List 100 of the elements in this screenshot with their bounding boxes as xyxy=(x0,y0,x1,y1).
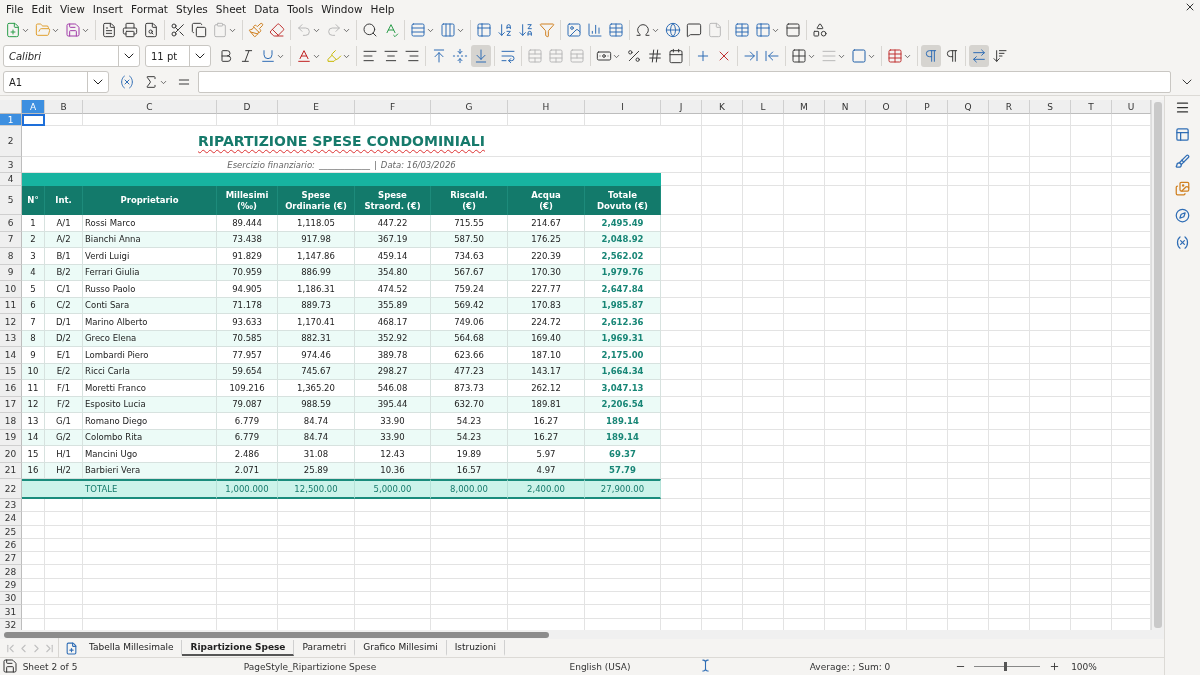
sheet-tab[interactable]: Grafico Millesimi xyxy=(355,640,447,656)
row-header[interactable]: 14 xyxy=(0,347,22,364)
table-cell: 31.08 xyxy=(278,446,355,463)
table-cell: 5 xyxy=(22,281,45,298)
column-header[interactable]: P xyxy=(907,100,948,114)
subtitle-text: | xyxy=(374,159,377,170)
column-heading: Riscald. (€) xyxy=(431,186,508,215)
table-cell: 2,647.84 xyxy=(585,281,661,298)
row-header[interactable]: 4 xyxy=(0,173,22,186)
table-cell: H/1 xyxy=(45,446,83,463)
column-header[interactable]: C xyxy=(83,100,217,114)
column-header[interactable]: U xyxy=(1112,100,1151,114)
table-cell: 459.14 xyxy=(355,248,431,265)
row-header[interactable]: 23 xyxy=(0,499,22,513)
name-box[interactable]: A1 xyxy=(3,71,109,93)
menu-item[interactable]: View xyxy=(55,2,89,15)
total-cell: 2,400.00 xyxy=(508,479,585,499)
table-cell: 77.957 xyxy=(217,347,278,364)
menu-item[interactable]: Help xyxy=(366,2,399,15)
row-header[interactable]: 22 xyxy=(0,479,22,499)
column-header[interactable]: B xyxy=(45,100,83,114)
table-cell: 91.829 xyxy=(217,248,278,265)
row-header[interactable]: 31 xyxy=(0,605,22,619)
column-header[interactable]: T xyxy=(1071,100,1112,114)
row-header[interactable]: 6 xyxy=(0,215,22,232)
menu-item[interactable]: Tools xyxy=(283,2,318,15)
table-cell: 11 xyxy=(22,380,45,397)
column-header[interactable]: N xyxy=(825,100,866,114)
table-cell: 224.72 xyxy=(508,314,585,331)
table-cell: 447.22 xyxy=(355,215,431,232)
sheet-tab[interactable]: Tabella Millesimale xyxy=(81,640,183,656)
total-cell: 5,000.00 xyxy=(355,479,431,499)
table-cell: 3,047.13 xyxy=(585,380,661,397)
column-header[interactable]: D xyxy=(217,100,278,114)
column-header[interactable]: H xyxy=(508,100,585,114)
menu-item[interactable]: Sheet xyxy=(211,2,251,15)
sheet-count: Sheet 2 of 5 xyxy=(21,661,79,672)
row-header[interactable]: 20 xyxy=(0,446,22,463)
row-header[interactable]: 12 xyxy=(0,314,22,331)
font-size-field[interactable]: 11 pt xyxy=(145,45,211,67)
column-header[interactable]: M xyxy=(784,100,825,114)
row-header[interactable]: 3 xyxy=(0,157,22,173)
row-header[interactable]: 10 xyxy=(0,281,22,298)
row-header[interactable]: 2 xyxy=(0,126,22,157)
column-header[interactable]: E xyxy=(278,100,355,114)
column-header[interactable]: F xyxy=(355,100,431,114)
column-header[interactable]: L xyxy=(743,100,784,114)
table-cell: 12.43 xyxy=(355,446,431,463)
table-cell: 13 xyxy=(22,413,45,430)
menu-item[interactable]: Format xyxy=(126,2,172,15)
column-header[interactable]: O xyxy=(866,100,907,114)
total-cell: 8,000.00 xyxy=(431,479,508,499)
sheet-tab[interactable]: Ripartizione Spese xyxy=(182,640,295,656)
table-cell: 33.90 xyxy=(355,413,431,430)
column-heading: Proprietario xyxy=(83,186,217,215)
table-cell: Lombardi Piero xyxy=(83,347,217,364)
selection-sum: Average: ; Sum: 0 xyxy=(808,661,892,672)
menu-item[interactable]: Data xyxy=(250,2,284,15)
table-cell: 623.66 xyxy=(431,347,508,364)
row-header[interactable]: 5 xyxy=(0,186,22,215)
table-cell: 3 xyxy=(22,248,45,265)
row-header[interactable]: 28 xyxy=(0,565,22,579)
column-header[interactable]: G xyxy=(431,100,508,114)
row-header[interactable]: 8 xyxy=(0,248,22,265)
table-cell: 9 xyxy=(22,347,45,364)
column-header[interactable]: R xyxy=(989,100,1030,114)
row-header[interactable]: 16 xyxy=(0,380,22,397)
table-cell: 2.486 xyxy=(217,446,278,463)
menu-item[interactable]: Insert xyxy=(88,2,127,15)
column-header[interactable]: S xyxy=(1030,100,1071,114)
table-cell: E/1 xyxy=(45,347,83,364)
table-cell: 1,170.41 xyxy=(278,314,355,331)
table-cell: Russo Paolo xyxy=(83,281,217,298)
table-cell: 93.633 xyxy=(217,314,278,331)
sheet-tab[interactable]: Parametri xyxy=(294,640,356,656)
row-header[interactable]: 27 xyxy=(0,552,22,566)
table-cell: 19.89 xyxy=(431,446,508,463)
column-header[interactable]: Q xyxy=(948,100,989,114)
table-cell: Moretti Franco xyxy=(83,380,217,397)
row-header[interactable]: 30 xyxy=(0,592,22,606)
column-header[interactable]: I xyxy=(585,100,661,114)
menu-item[interactable]: Styles xyxy=(172,2,212,15)
menu-item[interactable]: File xyxy=(2,2,28,15)
font-name-field[interactable]: Calibri xyxy=(3,45,140,67)
table-cell: Verdi Luigi xyxy=(83,248,217,265)
column-header[interactable]: K xyxy=(702,100,743,114)
sheet-tab[interactable]: Istruzioni xyxy=(446,640,505,656)
table-cell: Romano Diego xyxy=(83,413,217,430)
page-style: PageStyle_Ripartizione Spese xyxy=(242,661,378,672)
table-cell: Marino Alberto xyxy=(83,314,217,331)
menu-item[interactable]: Edit xyxy=(27,2,56,15)
table-cell: 389.78 xyxy=(355,347,431,364)
column-header[interactable]: J xyxy=(661,100,702,114)
sheet-title: RIPARTIZIONE SPESE CONDOMINIALI xyxy=(198,133,485,149)
row-header[interactable]: 18 xyxy=(0,413,22,430)
language-status: English (USA) xyxy=(568,661,632,672)
table-cell: 187.10 xyxy=(508,347,585,364)
row-header[interactable]: 24 xyxy=(0,512,22,526)
menu-item[interactable]: Window xyxy=(317,2,367,15)
table-cell: 2,562.02 xyxy=(585,248,661,265)
